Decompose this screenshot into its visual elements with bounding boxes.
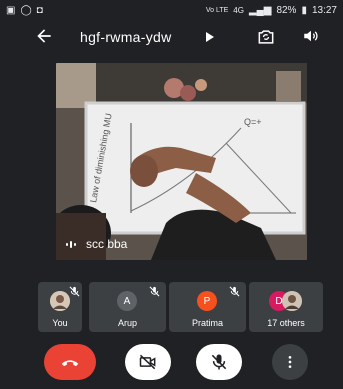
mic-muted-icon xyxy=(229,286,240,297)
back-arrow-icon[interactable] xyxy=(34,26,54,46)
network-label: Vo LTE xyxy=(205,6,229,14)
battery-icon: ▮ xyxy=(301,4,307,16)
whatsapp-icon: ◯ xyxy=(20,4,32,16)
speaker-icon[interactable] xyxy=(302,27,320,45)
tile-label: Pratima xyxy=(191,318,223,328)
mic-muted-icon xyxy=(69,286,80,297)
signal-icon: ▂▄▆ xyxy=(248,4,272,16)
mic-muted-icon xyxy=(149,286,160,297)
end-call-button[interactable] xyxy=(44,344,96,380)
video-frame-image: Q=+ Law of diminishing MU xyxy=(56,63,307,260)
gallery-icon: ▣ xyxy=(6,4,16,16)
battery-percent: 82% xyxy=(276,4,297,16)
participant-tile-arup[interactable]: A Arup xyxy=(89,282,166,332)
mic-off-icon xyxy=(211,354,227,370)
tile-label: You xyxy=(52,318,68,328)
participant-tile-pratima[interactable]: P Pratima xyxy=(169,282,246,332)
mic-toggle-button[interactable] xyxy=(196,344,242,380)
audio-level-icon xyxy=(66,240,80,248)
person-photo-icon xyxy=(282,291,302,311)
person-photo-icon xyxy=(50,291,70,311)
avatar-photo xyxy=(282,291,302,311)
tile-label: Arup xyxy=(117,318,137,328)
video-name-tag: scc bba xyxy=(66,237,127,251)
tile-label: 17 others xyxy=(267,318,305,328)
camera-off-icon xyxy=(139,354,156,370)
more-options-icon xyxy=(288,356,292,368)
self-avatar xyxy=(50,291,70,311)
participant-tile-you[interactable]: You xyxy=(38,282,82,332)
caret-right-icon[interactable] xyxy=(206,32,214,42)
signal-label: 4G xyxy=(233,5,244,15)
participant-name: scc bba xyxy=(86,237,128,251)
call-controls xyxy=(0,344,343,380)
meeting-code[interactable]: hgf-rwma-ydw xyxy=(80,29,172,45)
more-options-button[interactable] xyxy=(272,344,308,380)
avatar: P xyxy=(197,291,217,311)
participant-tile-others[interactable]: D 17 others xyxy=(249,282,323,332)
switch-camera-icon[interactable] xyxy=(256,27,276,47)
main-video-feed[interactable]: Q=+ Law of diminishing MU scc bba xyxy=(56,63,307,260)
clock: 13:27 xyxy=(311,4,337,16)
avatar: A xyxy=(117,291,137,311)
end-call-icon xyxy=(61,360,79,367)
status-left: ▣ ◯ ◘ xyxy=(6,5,43,16)
camera-toggle-button[interactable] xyxy=(125,344,171,380)
svg-text:Q=+: Q=+ xyxy=(244,117,262,127)
participant-strip: You A Arup P Pratima D 17 others xyxy=(38,282,323,332)
camera-notification-icon: ◘ xyxy=(36,4,43,16)
status-right: Vo LTE 4G ▂▄▆ 82% ▮ 13:27 xyxy=(206,5,337,16)
meeting-header: hgf-rwma-ydw xyxy=(0,24,343,52)
status-bar: ▣ ◯ ◘ Vo LTE 4G ▂▄▆ 82% ▮ 13:27 xyxy=(0,0,343,20)
